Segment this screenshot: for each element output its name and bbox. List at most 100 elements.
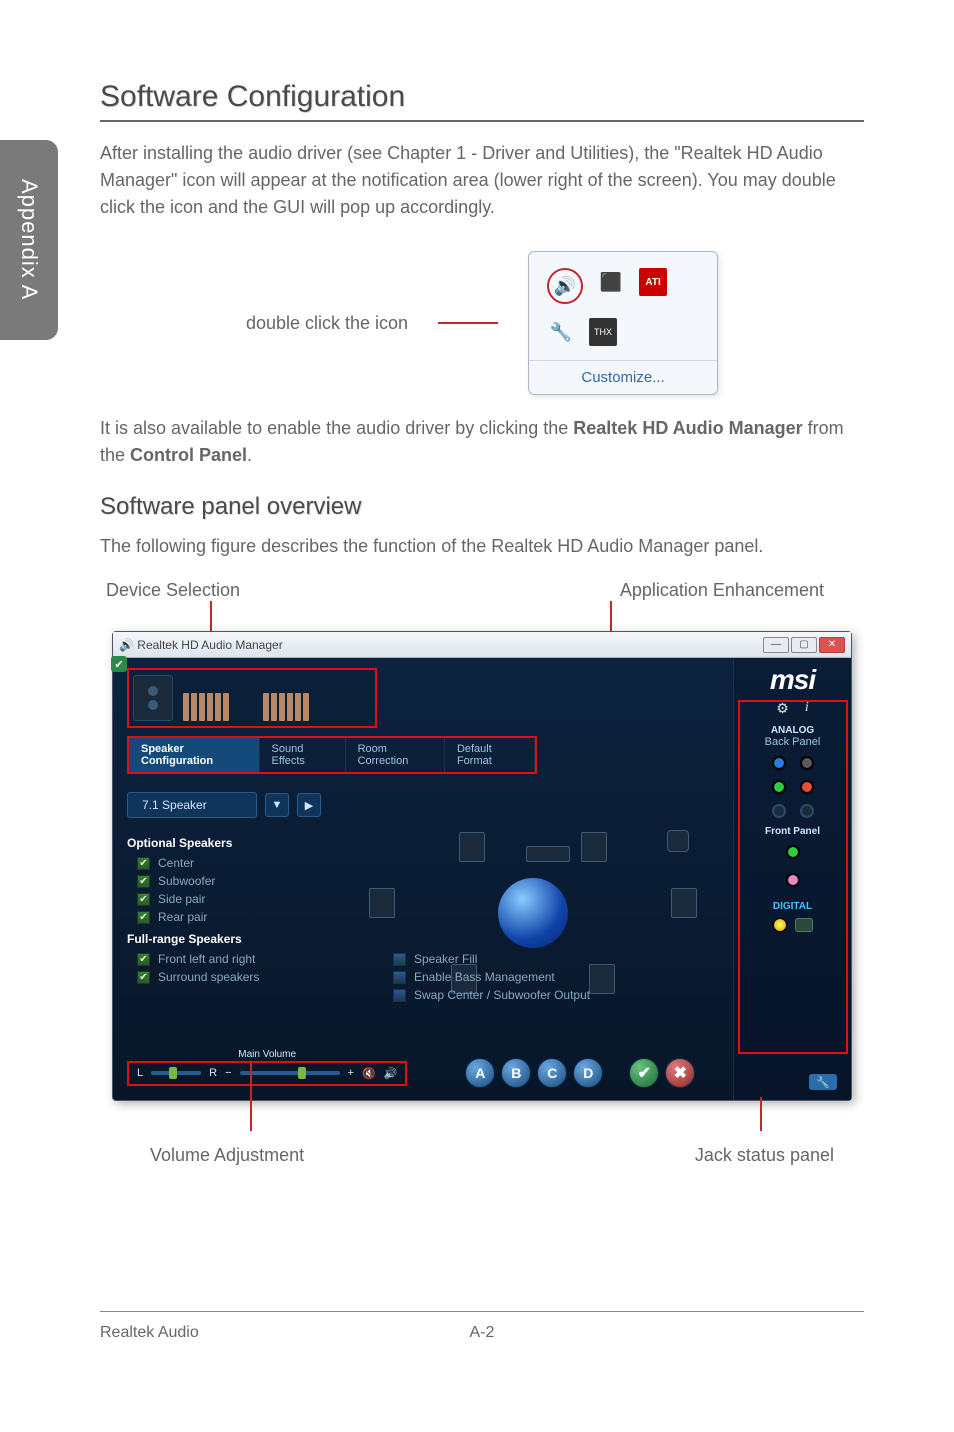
jack-dark2[interactable] — [800, 804, 814, 818]
jack-blue[interactable] — [772, 756, 786, 770]
opt-surround[interactable]: ✔Surround speakers — [137, 970, 327, 984]
balance-slider[interactable] — [151, 1071, 201, 1075]
speaker-fl-icon[interactable] — [459, 832, 485, 862]
realtek-audio-tray-icon[interactable]: 🔊 — [547, 268, 583, 304]
back-panel-jacks — [742, 756, 843, 818]
preset-b-button[interactable]: B — [501, 1058, 531, 1088]
preset-c-button[interactable]: C — [537, 1058, 567, 1088]
speaker-sub-icon[interactable] — [667, 830, 689, 852]
tab-room-correction[interactable]: Room Correction — [346, 738, 445, 772]
intro-paragraph: After installing the audio driver (see C… — [100, 140, 864, 221]
opt-bass-management[interactable]: Enable Bass Management — [393, 970, 603, 984]
footer-left: Realtek Audio — [100, 1324, 199, 1342]
tray-label: double click the icon — [246, 313, 408, 334]
tray-illustration: double click the icon 🔊 ⬛ ATI 🔧 THX Cust… — [100, 251, 864, 395]
speaker-device-thumb[interactable] — [133, 675, 173, 721]
ati-tray-icon[interactable]: ATI — [639, 268, 667, 296]
enable-bold-2: Control Panel — [130, 445, 247, 465]
cancel-button[interactable]: ✖ — [665, 1058, 695, 1088]
speaker-center-icon[interactable] — [526, 846, 570, 862]
speaker-sr-icon[interactable] — [671, 888, 697, 918]
checkbox-icon[interactable]: ✔ — [137, 857, 150, 870]
opt-rear-pair[interactable]: ✔Rear pair — [137, 910, 327, 924]
checkbox-icon[interactable]: ✔ — [137, 893, 150, 906]
optional-speakers-heading: Optional Speakers — [127, 836, 327, 850]
jack-red[interactable] — [800, 780, 814, 794]
dropdown-button[interactable]: ▼ — [265, 793, 289, 817]
rca-device-thumb-2[interactable] — [263, 675, 333, 721]
plus-icon[interactable]: + — [348, 1067, 354, 1079]
spdif-jack[interactable] — [795, 918, 813, 932]
volume-slider[interactable] — [240, 1071, 340, 1075]
tray-customize-link[interactable]: Customize... — [529, 360, 717, 386]
checkbox-icon[interactable]: ✔ — [137, 911, 150, 924]
preset-d-button[interactable]: D — [573, 1058, 603, 1088]
sound-icon[interactable]: 🔊 — [384, 1067, 398, 1080]
nvidia-tray-icon[interactable]: ⬛ — [597, 268, 625, 296]
mute-icon[interactable]: 🔇 — [362, 1067, 376, 1080]
front-panel-jacks — [742, 845, 843, 887]
optical-jack[interactable] — [773, 918, 787, 932]
callout-jack-status: Jack status panel — [695, 1145, 834, 1166]
checkbox-icon[interactable]: ✔ — [137, 953, 150, 966]
enable-paragraph: It is also available to enable the audio… — [100, 415, 864, 469]
thx-tray-icon[interactable]: THX — [589, 318, 617, 346]
tab-speaker-configuration[interactable]: Speaker Configuration — [129, 738, 260, 772]
close-button[interactable]: ✕ — [819, 637, 845, 653]
tool-tray-icon[interactable]: 🔧 — [547, 318, 575, 346]
opt-front-lr[interactable]: ✔Front left and right — [137, 952, 327, 966]
checkbox-icon[interactable]: ✔ — [137, 875, 150, 888]
jack-green[interactable] — [772, 780, 786, 794]
checkbox-icon[interactable] — [393, 989, 406, 1002]
digital-jacks — [742, 918, 843, 932]
enable-text-1: It is also available to enable the audio… — [100, 418, 573, 438]
opt-speaker-fill[interactable]: Speaker Fill — [393, 952, 603, 966]
app-main-area: ✔ Speaker Configuration Sound — [113, 658, 733, 1100]
jack-side-panel: msi ⚙ i ANALOG Back Panel Front Panel — [733, 658, 851, 1100]
opt-swap-center[interactable]: Swap Center / Subwoofer Output — [393, 988, 603, 1002]
ok-button[interactable]: ✔ — [629, 1058, 659, 1088]
preset-pill-row: A B C D ✔ ✖ — [465, 1058, 695, 1088]
minimize-button[interactable]: — — [763, 637, 789, 653]
jack-gray[interactable] — [800, 756, 814, 770]
wrench-button[interactable]: 🔧 — [809, 1074, 837, 1090]
enable-text-end: . — [247, 445, 252, 465]
jack-dark[interactable] — [772, 804, 786, 818]
info-icon[interactable]: i — [805, 700, 809, 717]
checkbox-icon[interactable]: ✔ — [137, 971, 150, 984]
gear-icon[interactable]: ⚙ — [776, 700, 789, 717]
full-range-heading: Full-range Speakers — [127, 932, 327, 946]
test-play-button[interactable]: ▶ — [297, 793, 321, 817]
bottom-callout-row: Volume Adjustment Jack status panel — [100, 1145, 864, 1166]
maximize-button[interactable]: ▢ — [791, 637, 817, 653]
options-column: Optional Speakers ✔Center ✔Subwoofer ✔Si… — [127, 828, 327, 998]
rca-device-thumb[interactable] — [183, 675, 253, 721]
front-jack-green[interactable] — [786, 845, 800, 859]
preset-a-button[interactable]: A — [465, 1058, 495, 1088]
volume-box: Main Volume L R − + 🔇 🔊 — [127, 1061, 407, 1086]
panel-description: The following figure describes the funct… — [100, 533, 864, 560]
checkbox-icon[interactable] — [393, 971, 406, 984]
bottom-bar: Main Volume L R − + 🔇 🔊 A B C — [127, 1058, 603, 1088]
top-callout-row: Device Selection Application Enhancement — [100, 580, 864, 601]
speaker-sl-icon[interactable] — [369, 888, 395, 918]
tab-sound-effects[interactable]: Sound Effects — [260, 738, 346, 772]
minus-icon[interactable]: − — [225, 1067, 231, 1079]
side-tab: Appendix A — [0, 140, 58, 340]
opt-center[interactable]: ✔Center — [137, 856, 327, 870]
speaker-fr-icon[interactable] — [581, 832, 607, 862]
opt-subwoofer[interactable]: ✔Subwoofer — [137, 874, 327, 888]
device-selection-box[interactable]: ✔ — [127, 668, 377, 728]
top-callout-lines — [100, 601, 864, 631]
speaker-config-select[interactable]: 7.1 Speaker — [127, 792, 257, 818]
tab-bar: Speaker Configuration Sound Effects Room… — [127, 736, 537, 774]
opt-side-pair[interactable]: ✔Side pair — [137, 892, 327, 906]
tray-icon-grid: 🔊 ⬛ ATI 🔧 THX — [529, 260, 717, 360]
callout-device-selection: Device Selection — [106, 580, 240, 601]
analog-label: ANALOG — [742, 725, 843, 736]
realtek-panel-screenshot: 🔊 Realtek HD Audio Manager — ▢ ✕ ✔ — [112, 631, 852, 1101]
front-jack-pink[interactable] — [786, 873, 800, 887]
speaker-select-row: 7.1 Speaker ▼ ▶ — [127, 792, 719, 818]
checkbox-icon[interactable] — [393, 953, 406, 966]
tab-default-format[interactable]: Default Format — [445, 738, 535, 772]
